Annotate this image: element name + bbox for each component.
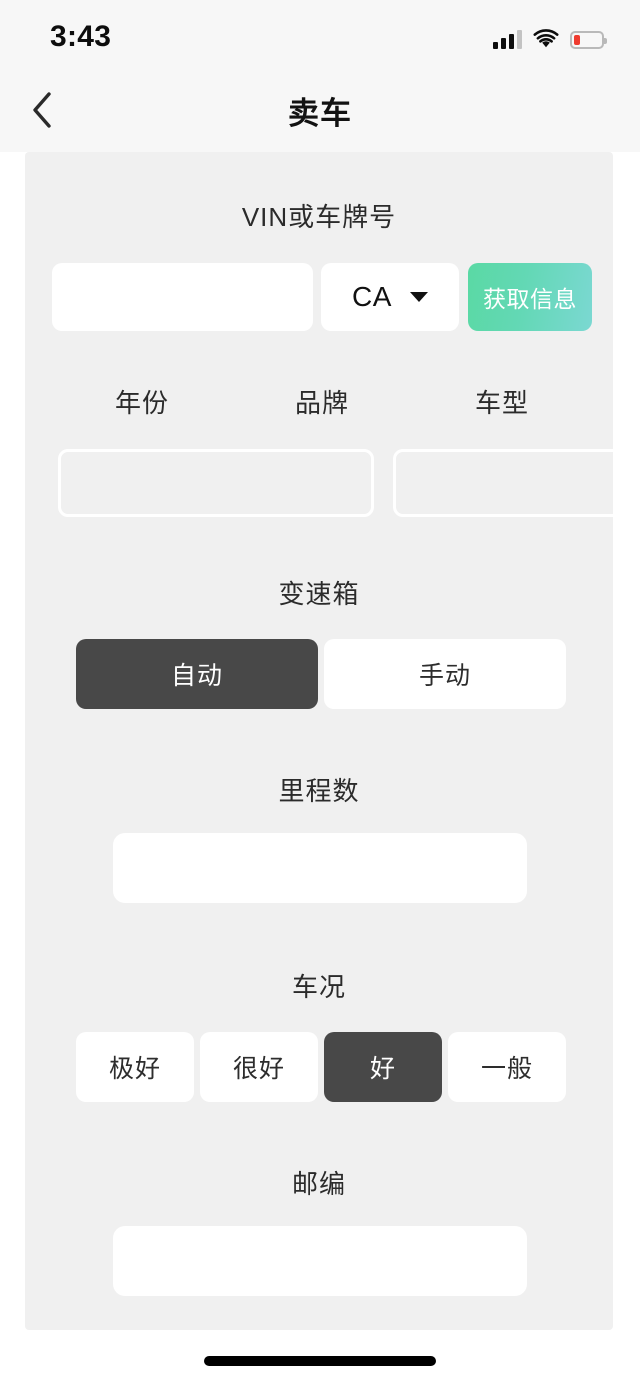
nav-bar: 卖车 (0, 68, 640, 152)
year-input[interactable] (58, 449, 374, 517)
condition-label: 车况 (291, 972, 346, 1002)
condition-option-excellent[interactable]: 极好 (76, 1032, 194, 1102)
state-select[interactable]: CA (321, 263, 459, 331)
back-button[interactable] (18, 86, 66, 134)
state-select-value: CA (352, 281, 392, 312)
vin-input[interactable] (52, 263, 313, 331)
vin-label: VIN或车牌号 (241, 202, 397, 232)
page-title: 卖车 (288, 95, 352, 131)
transmission-label: 变速箱 (278, 579, 360, 609)
condition-option-very-good[interactable]: 很好 (200, 1032, 318, 1102)
zip-input[interactable] (113, 1226, 527, 1296)
phone-screen: 3:43 卖车 VIN或车牌号 CA 获取信息 年份 品牌 车型 变速箱 自动 … (0, 0, 640, 1386)
mileage-input[interactable] (113, 833, 527, 903)
zip-label: 邮编 (291, 1169, 346, 1199)
status-bar: 3:43 (0, 0, 640, 68)
cellular-signal-icon (493, 29, 522, 49)
wifi-icon (533, 29, 559, 48)
fetch-info-button[interactable]: 获取信息 (468, 263, 592, 331)
mileage-label: 里程数 (278, 776, 360, 806)
transmission-option-manual[interactable]: 手动 (324, 639, 566, 709)
model-label: 车型 (474, 388, 529, 418)
vehicle-labels-row: 年份 品牌 车型 (52, 390, 592, 416)
chevron-left-icon (33, 92, 51, 128)
brand-label: 品牌 (294, 388, 349, 418)
transmission-option-automatic[interactable]: 自动 (76, 639, 318, 709)
status-bar-time: 3:43 (50, 20, 112, 53)
transmission-options: 自动 手动 (76, 639, 566, 709)
caret-down-icon (409, 292, 428, 302)
year-label: 年份 (114, 388, 169, 418)
brand-input[interactable] (393, 449, 640, 517)
vin-row: CA 获取信息 (52, 263, 592, 331)
home-indicator[interactable] (204, 1356, 436, 1366)
condition-options: 极好 很好 好 一般 (76, 1032, 566, 1102)
condition-option-good[interactable]: 好 (324, 1032, 442, 1102)
vehicle-fields-row (58, 449, 640, 517)
battery-low-icon (570, 31, 607, 49)
condition-option-fair[interactable]: 一般 (448, 1032, 566, 1102)
status-bar-icons (493, 25, 607, 49)
form-panel: VIN或车牌号 CA 获取信息 年份 品牌 车型 变速箱 自动 手动 里程数 车… (25, 152, 640, 1330)
